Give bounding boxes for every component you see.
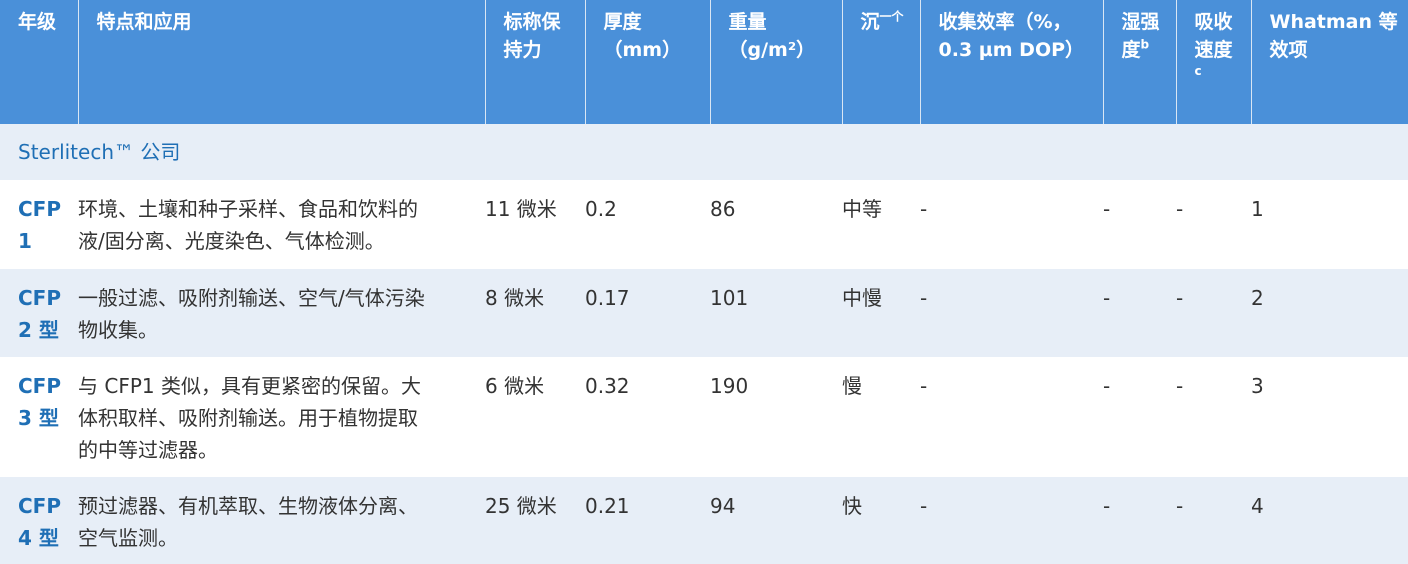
absorption-cell: - [1176, 494, 1184, 518]
table-row: CFP 4 型 预过滤器、有机萃取、生物液体分离、 空气监测。 25 微米 0.21… [0, 477, 1408, 564]
thickness-cell: 0.2 [585, 197, 617, 221]
section-label: Sterlitech™ 公司 [18, 140, 181, 164]
whatman-cell: 3 [1251, 374, 1264, 398]
wet-strength-cell: - [1103, 374, 1111, 398]
header-absorption[interactable]: 吸收 速度 c [1176, 0, 1252, 124]
header-flow[interactable]: 沉一个 [842, 0, 921, 124]
table-row: CFP 3 型 与 CFP1 类似，具有更紧密的保留。大 体积取样、吸附剂输送。用于… [0, 357, 1408, 477]
retention-cell: 11 微米 [485, 197, 557, 221]
grade-cell: CFP 1 [18, 197, 61, 253]
efficiency-cell: - [920, 494, 928, 518]
header-wet-strength[interactable]: 湿强 度b [1103, 0, 1177, 124]
flow-cell: 中慢 [842, 286, 882, 310]
use-cell: 预过滤器、有机萃取、生物液体分离、 空气监测。 [78, 494, 418, 550]
header-thickness[interactable]: 厚度 （mm） [585, 0, 711, 124]
grade-cell: CFP 3 型 [18, 374, 61, 430]
flow-cell: 快 [842, 494, 862, 518]
efficiency-cell: - [920, 197, 928, 221]
header-whatman[interactable]: Whatman 等效项 [1251, 0, 1408, 124]
use-cell: 一般过滤、吸附剂输送、空气/气体污染 物收集。 [78, 286, 425, 342]
section-row: Sterlitech™ 公司 [0, 124, 1408, 180]
table-row: CFP 1 环境、土壤和种子采样、食品和饮料的 液/固分离、光度染色、气体检测。 1… [0, 180, 1408, 269]
whatman-cell: 2 [1251, 286, 1264, 310]
absorption-cell: - [1176, 374, 1184, 398]
header-efficiency[interactable]: 收集效率（%， 0.3 µm DOP） [920, 0, 1104, 124]
efficiency-cell: - [920, 286, 928, 310]
use-cell: 与 CFP1 类似，具有更紧密的保留。大 体积取样、吸附剂输送。用于植物提取 的中等… [78, 374, 421, 462]
grade-cell: CFP 4 型 [18, 494, 61, 550]
header-grade[interactable]: 年级 [0, 0, 79, 124]
filter-paper-spec-table: 年级 特点和应用 标称保 持力 厚度 （mm） 重量 （g/m²） 沉一个 收集效率（… [0, 0, 1408, 564]
table-row: CFP 2 型 一般过滤、吸附剂输送、空气/气体污染 物收集。 8 微米 0.17 … [0, 269, 1408, 357]
thickness-cell: 0.32 [585, 374, 630, 398]
whatman-cell: 1 [1251, 197, 1264, 221]
weight-cell: 86 [710, 197, 736, 221]
wet-strength-cell: - [1103, 197, 1111, 221]
thickness-cell: 0.17 [585, 286, 630, 310]
flow-cell: 慢 [842, 374, 862, 398]
weight-cell: 94 [710, 494, 736, 518]
grade-cell: CFP 2 型 [18, 286, 61, 342]
retention-cell: 8 微米 [485, 286, 545, 310]
retention-cell: 25 微米 [485, 494, 557, 518]
header-features[interactable]: 特点和应用 [78, 0, 486, 124]
retention-cell: 6 微米 [485, 374, 545, 398]
wet-strength-cell: - [1103, 286, 1111, 310]
weight-cell: 101 [710, 286, 749, 310]
use-cell: 环境、土壤和种子采样、食品和饮料的 液/固分离、光度染色、气体检测。 [78, 197, 418, 253]
flow-cell: 中等 [842, 197, 882, 221]
table-header-row: 年级 特点和应用 标称保 持力 厚度 （mm） 重量 （g/m²） 沉一个 收集效率（… [0, 0, 1408, 124]
efficiency-cell: - [920, 374, 928, 398]
thickness-cell: 0.21 [585, 494, 630, 518]
wet-strength-cell: - [1103, 494, 1111, 518]
whatman-cell: 4 [1251, 494, 1264, 518]
weight-cell: 190 [710, 374, 749, 398]
absorption-cell: - [1176, 197, 1184, 221]
header-retention[interactable]: 标称保 持力 [485, 0, 586, 124]
header-weight[interactable]: 重量 （g/m²） [710, 0, 843, 124]
absorption-cell: - [1176, 286, 1184, 310]
